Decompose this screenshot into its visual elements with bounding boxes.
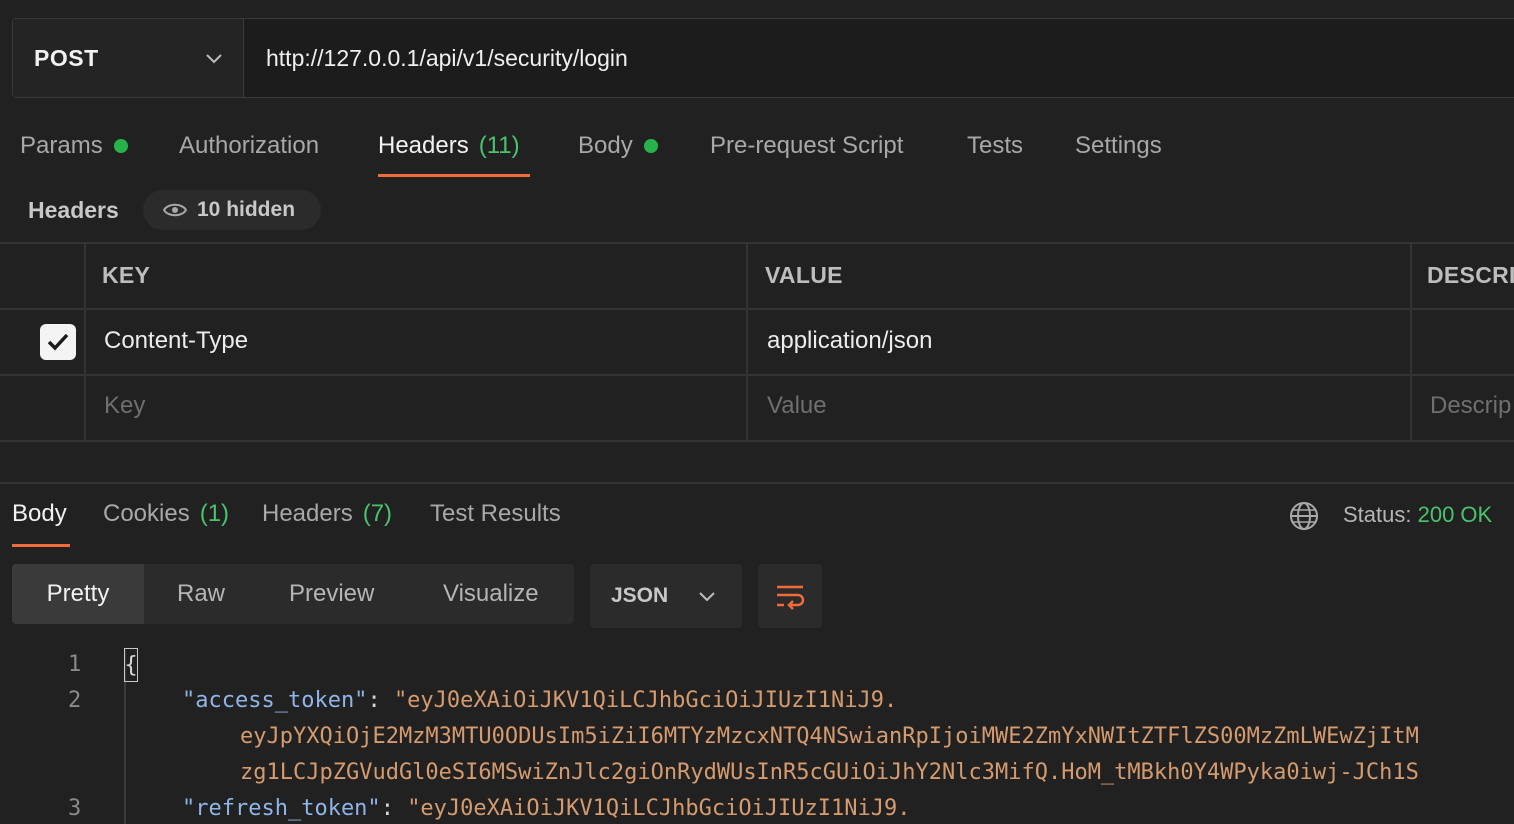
header-enabled-checkbox[interactable] — [40, 324, 76, 360]
response-tab-cookies-label: Cookies — [103, 500, 190, 527]
response-tab-body-label: Body — [12, 500, 67, 527]
globe-icon[interactable] — [1289, 501, 1319, 531]
json-line-access-token: "access_token": "eyJ0eXAiOiJKV1QiLCJhbGc… — [182, 688, 897, 713]
json-string: "eyJ0eXAiOiJKV1QiLCJhbGciOiJIUzI1NiJ9. — [407, 796, 911, 821]
json-string-continued: zg1LCJpZGVudGl0eSI6MSwiZnJlc2giOnRydWUsI… — [240, 760, 1419, 785]
tab-tests[interactable]: Tests — [967, 130, 1023, 162]
response-status: Status: 200 OK — [1343, 502, 1492, 528]
new-description-input[interactable]: Descrip — [1430, 392, 1511, 420]
column-header-description: DESCRI — [1427, 262, 1514, 288]
hidden-headers-label: 10 hidden — [197, 198, 296, 221]
table-col-divider — [746, 243, 748, 441]
header-key-cell[interactable]: Content-Type — [104, 327, 248, 355]
tab-pre-request-label: Pre-request Script — [710, 132, 904, 159]
tab-headers-label: Headers — [378, 132, 469, 159]
tab-settings[interactable]: Settings — [1075, 130, 1162, 162]
tab-tests-label: Tests — [967, 132, 1024, 159]
tab-settings-label: Settings — [1075, 132, 1162, 159]
response-tab-test-results-label: Test Results — [430, 500, 561, 527]
chevron-down-icon — [206, 54, 222, 64]
column-header-value: VALUE — [765, 262, 843, 288]
json-open-brace: { — [124, 648, 138, 682]
json-string-continued: eyJpYXQiOjE2MzM3MTU0ODUsIm5iZiI6MTYzMzcx… — [240, 724, 1419, 749]
response-tab-headers[interactable]: Headers (7) — [262, 500, 392, 528]
table-border-top — [0, 242, 1514, 244]
status-value: 200 OK — [1417, 502, 1493, 527]
table-col-divider — [1410, 243, 1412, 441]
url-bar: POST — [12, 18, 1514, 98]
body-indicator-dot — [643, 139, 658, 153]
wrap-lines-button[interactable] — [758, 564, 822, 628]
tab-authorization-label: Authorization — [179, 132, 320, 159]
active-tab-indicator — [378, 174, 530, 177]
tab-body[interactable]: Body — [578, 130, 658, 162]
tab-params-label: Params — [20, 132, 103, 159]
response-tab-cookies[interactable]: Cookies (1) — [103, 500, 229, 528]
json-key: "access_token" — [182, 688, 368, 713]
method-label: POST — [34, 44, 99, 71]
json-key: "refresh_token" — [182, 796, 381, 821]
status-label: Status: — [1343, 502, 1412, 527]
response-tab-body[interactable]: Body — [12, 500, 67, 528]
tab-body-label: Body — [578, 132, 633, 159]
response-tab-headers-count: (7) — [362, 500, 393, 527]
tab-pre-request-script[interactable]: Pre-request Script — [710, 130, 903, 162]
json-string: "eyJ0eXAiOiJKV1QiLCJhbGciOiJIUzI1NiJ9. — [393, 688, 898, 713]
hidden-headers-toggle[interactable]: 10 hidden — [143, 190, 321, 230]
response-tab-test-results[interactable]: Test Results — [430, 500, 561, 528]
tab-params[interactable]: Params — [20, 130, 128, 162]
header-value-cell[interactable]: application/json — [767, 327, 932, 355]
response-divider — [0, 482, 1514, 484]
table-border-bottom — [0, 440, 1514, 442]
view-raw-button[interactable]: Raw — [177, 564, 225, 624]
line-number: 1 — [68, 652, 82, 677]
line-number: 3 — [68, 796, 82, 821]
params-indicator-dot — [113, 139, 128, 153]
active-response-tab-indicator — [12, 544, 70, 547]
json-colon: : — [380, 796, 394, 821]
response-tab-headers-label: Headers — [262, 500, 353, 527]
tab-headers[interactable]: Headers (11) — [378, 130, 520, 162]
view-preview-button[interactable]: Preview — [289, 564, 374, 624]
headers-section-title: Headers — [28, 197, 119, 223]
wrap-lines-icon — [777, 585, 805, 610]
column-header-key: KEY — [102, 262, 151, 288]
new-value-input[interactable]: Value — [767, 392, 827, 420]
line-number: 2 — [68, 688, 82, 713]
checkmark-icon — [47, 333, 69, 351]
eye-icon — [163, 203, 187, 217]
response-tab-cookies-count: (1) — [199, 500, 230, 527]
format-label: JSON — [611, 584, 669, 607]
method-select[interactable]: POST — [13, 19, 244, 97]
table-row-divider — [0, 374, 1514, 376]
format-select[interactable]: JSON — [590, 564, 742, 628]
json-line-refresh-token: "refresh_token": "eyJ0eXAiOiJKV1QiLCJhbG… — [182, 796, 911, 821]
tab-headers-count: (11) — [478, 132, 520, 159]
view-pretty-button[interactable]: Pretty — [12, 564, 144, 624]
table-col-divider — [84, 243, 86, 441]
chevron-down-icon — [699, 592, 715, 602]
json-colon: : — [367, 688, 381, 713]
table-header-divider — [0, 308, 1514, 310]
new-key-input[interactable]: Key — [104, 392, 145, 420]
view-visualize-button[interactable]: Visualize — [443, 564, 539, 624]
url-input[interactable] — [244, 19, 1514, 97]
tab-authorization[interactable]: Authorization — [179, 130, 319, 162]
